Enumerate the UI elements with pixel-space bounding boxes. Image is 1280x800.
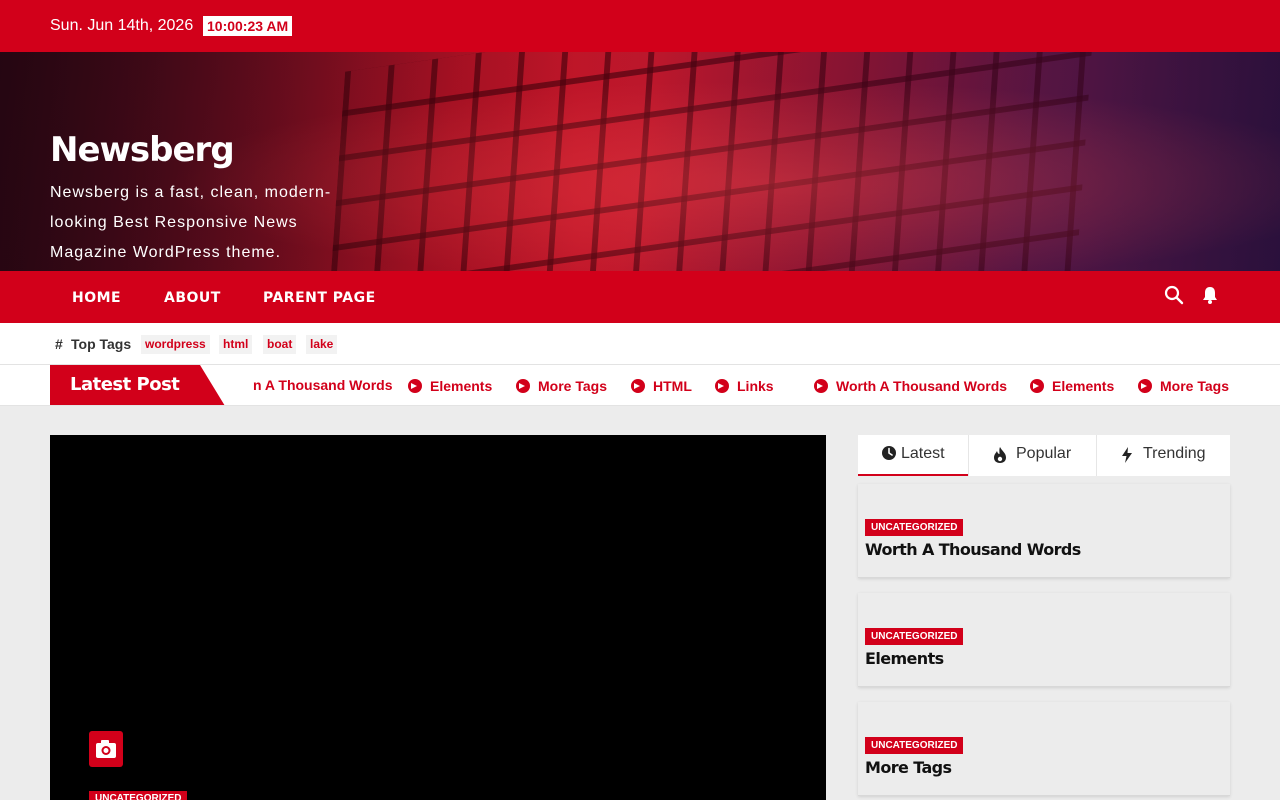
arrow-circle-icon [516, 379, 530, 393]
post-title[interactable]: Worth A Thousand Words [865, 540, 1081, 559]
arrow-circle-icon [631, 379, 645, 393]
ticker-item[interactable]: HTML [631, 377, 692, 394]
top-tags-label: Top Tags [71, 336, 132, 352]
current-date: Sun. Jun 14th, 2026 [50, 17, 194, 34]
featured-category-badge[interactable]: UNCATEGORIZED [89, 791, 188, 800]
ticker-item[interactable]: More Tags [516, 377, 607, 394]
post-title[interactable]: Elements [865, 649, 944, 668]
search-icon[interactable] [1164, 285, 1188, 309]
nav-item-home[interactable]: HOME [72, 290, 121, 306]
hash-icon: # [55, 336, 63, 352]
site-tagline: Newsberg is a fast, clean, modern-lookin… [50, 184, 332, 261]
tab-trending[interactable]: Trending [1097, 435, 1230, 476]
sidebar-post-card: UNCATEGORIZED More Tags [858, 702, 1230, 796]
tag-wordpress[interactable]: wordpress [141, 335, 210, 354]
tab-latest-label: Latest [901, 445, 945, 462]
main-navigation: HOME ABOUT PARENT PAGE [0, 271, 1280, 323]
featured-post[interactable]: UNCATEGORIZED [50, 435, 826, 800]
fire-icon [994, 447, 1006, 463]
current-time: 10:00:23 AM [203, 16, 293, 36]
ticker-item[interactable]: More Tags [1138, 377, 1229, 394]
top-bar: Sun. Jun 14th, 2026 10:00:23 AM [0, 0, 1280, 52]
nav-item-parent-page[interactable]: PARENT PAGE [263, 290, 376, 306]
ticker-track: n A Thousand Words Elements More Tags HT… [230, 365, 1280, 405]
tag-html[interactable]: html [219, 335, 253, 354]
ticker-item[interactable]: Worth A Thousand Words [814, 377, 1007, 394]
latest-post-ticker: Latest Post n A Thousand Words Elements … [0, 365, 1280, 406]
sidebar-tabs: Latest Popular Trending [858, 435, 1230, 476]
ticker-item-label: Worth A Thousand Words [836, 378, 1008, 394]
ticker-item-label: More Tags [538, 378, 607, 394]
ticker-item-label: Elements [1052, 378, 1115, 394]
sidebar-post-card: UNCATEGORIZED Elements [858, 593, 1230, 687]
ticker-item-label: Elements [430, 378, 493, 394]
tab-popular-label: Popular [1016, 445, 1072, 462]
arrow-circle-icon [408, 379, 422, 393]
tab-latest[interactable]: Latest [858, 435, 968, 476]
tag-lake[interactable]: lake [306, 335, 338, 354]
category-badge[interactable]: UNCATEGORIZED [865, 737, 964, 754]
ticker-label-text: Latest Post [70, 374, 180, 395]
category-badge[interactable]: UNCATEGORIZED [865, 628, 964, 645]
arrow-circle-icon [814, 379, 828, 393]
arrow-circle-icon [715, 379, 729, 393]
top-tags-bar: # Top Tags wordpress html boat lake [0, 323, 1280, 365]
bell-icon[interactable] [1201, 285, 1225, 309]
clock-icon [882, 446, 896, 460]
arrow-circle-icon [1030, 379, 1044, 393]
arrow-circle-icon [1138, 379, 1152, 393]
tab-trending-label: Trending [1143, 445, 1206, 462]
ticker-item[interactable]: Elements [1030, 377, 1114, 394]
post-title[interactable]: More Tags [865, 758, 952, 777]
ticker-item-label: More Tags [1160, 378, 1229, 394]
header-banner: Newsberg Newsberg is a fast, clean, mode… [0, 52, 1280, 271]
nav-item-about[interactable]: ABOUT [164, 290, 221, 306]
bolt-icon [1122, 447, 1132, 463]
ticker-item-label: HTML [653, 378, 692, 394]
camera-icon[interactable] [89, 731, 123, 767]
site-title[interactable]: Newsberg [50, 130, 235, 170]
ticker-label: Latest Post [50, 365, 225, 405]
ticker-item-label: n A Thousand Words [253, 377, 393, 393]
ticker-item[interactable]: Elements [408, 377, 492, 394]
category-badge[interactable]: UNCATEGORIZED [865, 519, 964, 536]
ticker-item[interactable]: Links [715, 377, 774, 394]
ticker-item[interactable]: n A Thousand Words [253, 377, 392, 393]
tag-boat[interactable]: boat [263, 335, 297, 354]
sidebar-post-card: UNCATEGORIZED Worth A Thousand Words [858, 484, 1230, 578]
tab-popular[interactable]: Popular [969, 435, 1096, 476]
ticker-item-label: Links [737, 378, 774, 394]
